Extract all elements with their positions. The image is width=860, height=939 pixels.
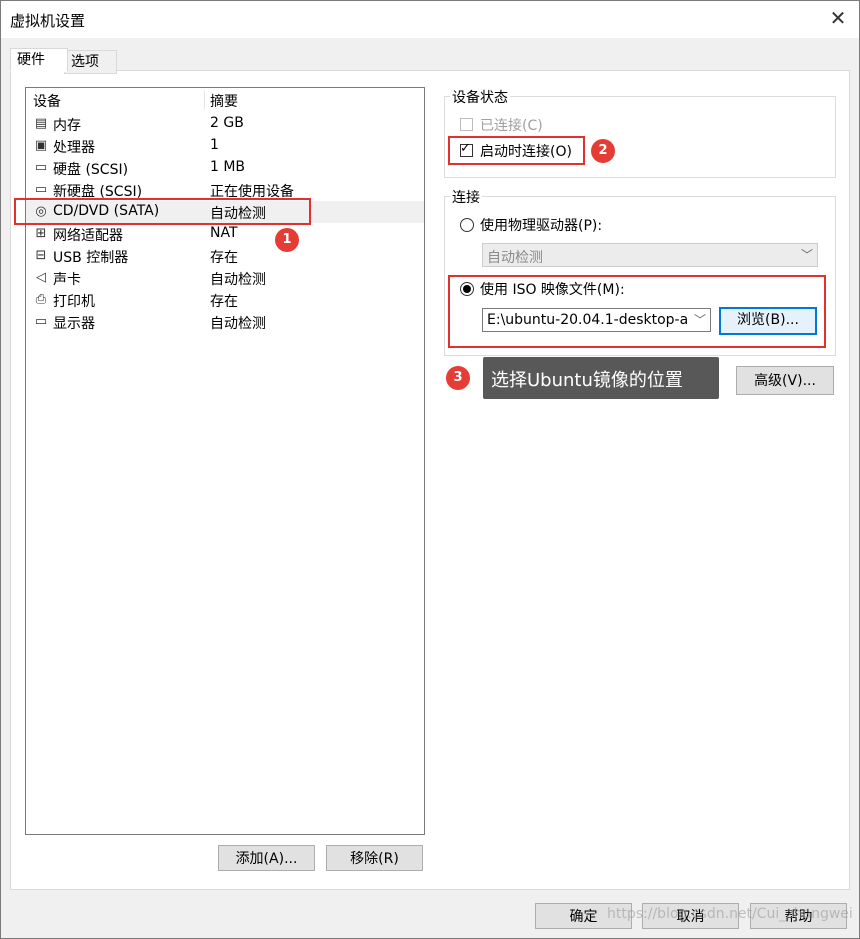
iso-image-label: 使用 ISO 映像文件(M):	[480, 282, 625, 298]
device-row-new-hard-disk[interactable]: ▭ 新硬盘 (SCSI) 正在使用设备	[26, 179, 424, 201]
hard-disk-icon: ▭	[34, 160, 48, 175]
device-row-display[interactable]: ▭ 显示器 自动检测	[26, 311, 424, 333]
device-name: 处理器	[53, 140, 95, 156]
column-divider[interactable]	[204, 90, 205, 110]
connect-at-power-on-checkbox[interactable]: ✓	[460, 141, 473, 157]
ok-button[interactable]: 确定	[535, 903, 632, 929]
device-row-network-adapter[interactable]: ⊞ 网络适配器 NAT	[26, 223, 424, 245]
iso-path-value: E:\ubuntu-20.04.1-desktop-am	[487, 312, 687, 328]
device-summary: 自动检测	[210, 316, 266, 332]
device-summary: 2 GB	[210, 115, 244, 131]
device-status-title: 设备状态	[450, 87, 510, 107]
device-status-group	[444, 96, 836, 178]
connect-at-power-on-label: 启动时连接(O)	[480, 144, 572, 160]
device-summary: 1 MB	[210, 159, 246, 175]
printer-icon: ⎙	[35, 292, 47, 307]
device-summary: 存在	[210, 250, 238, 266]
network-adapter-icon: ⊞	[35, 226, 47, 241]
tab-options-label: 选项	[71, 54, 99, 70]
help-button[interactable]: 帮助	[750, 903, 847, 929]
remove-device-button[interactable]: 移除(R)	[326, 845, 423, 871]
annotation-badge-2: 2	[591, 139, 615, 163]
speaker-icon: ◁	[36, 270, 46, 285]
column-header-summary[interactable]: 摘要	[210, 91, 238, 111]
physical-drive-label: 使用物理驱动器(P):	[480, 218, 603, 234]
usb-icon: ⊟	[35, 248, 47, 263]
title-bar: 虚拟机设置 ✕	[0, 0, 860, 38]
window-title: 虚拟机设置	[10, 12, 86, 30]
device-row-usb-controller[interactable]: ⊟ USB 控制器 存在	[26, 245, 424, 267]
device-summary: NAT	[210, 225, 238, 241]
cancel-button[interactable]: 取消	[642, 903, 739, 929]
device-row-cd-dvd[interactable]: ◎ CD/DVD (SATA) 自动检测	[26, 201, 424, 223]
annotation-tooltip-text: 选择Ubuntu镜像的位置	[491, 370, 683, 391]
browse-button[interactable]: 浏览(B)...	[719, 307, 817, 335]
annotation-badge-3: 3	[446, 366, 470, 390]
device-row-printer[interactable]: ⎙ 打印机 存在	[26, 289, 424, 311]
memory-icon: ▤	[34, 116, 48, 131]
chevron-down-icon: ﹀	[800, 248, 813, 262]
device-list-header: 设备 摘要	[26, 88, 424, 112]
device-summary: 自动检测	[210, 272, 266, 288]
physical-drive-radio[interactable]	[460, 218, 474, 232]
device-name: 打印机	[53, 294, 95, 310]
device-summary: 1	[210, 137, 219, 153]
connection-title: 连接	[450, 187, 482, 207]
cpu-icon: ▣	[34, 138, 48, 153]
device-name: 显示器	[53, 316, 95, 332]
advanced-button[interactable]: 高级(V)...	[736, 366, 834, 395]
physical-drive-value: 自动检测	[487, 250, 543, 266]
connected-label: 已连接(C)	[480, 118, 543, 134]
physical-drive-select[interactable]: 自动检测 ﹀	[482, 243, 818, 267]
add-device-button[interactable]: 添加(A)...	[218, 845, 315, 871]
tab-hardware[interactable]: 硬件	[10, 48, 68, 72]
device-row-memory[interactable]: ▤ 内存 2 GB	[26, 113, 424, 135]
device-name: USB 控制器	[53, 250, 129, 266]
iso-image-radio[interactable]	[460, 282, 474, 296]
connected-checkbox[interactable]	[460, 118, 473, 131]
device-summary: 存在	[210, 294, 238, 310]
device-name: 内存	[53, 118, 81, 134]
tab-options[interactable]: 选项	[64, 50, 117, 74]
chevron-down-icon[interactable]: ﹀	[694, 311, 706, 328]
close-icon[interactable]: ✕	[826, 6, 850, 30]
cd-dvd-icon: ◎	[35, 204, 47, 219]
device-summary: 自动检测	[210, 206, 266, 222]
radio-dot	[463, 285, 471, 293]
annotation-tooltip: 选择Ubuntu镜像的位置	[483, 357, 719, 399]
device-row-sound-card[interactable]: ◁ 声卡 自动检测	[26, 267, 424, 289]
device-row-hard-disk[interactable]: ▭ 硬盘 (SCSI) 1 MB	[26, 157, 424, 179]
device-row-processor[interactable]: ▣ 处理器 1	[26, 135, 424, 157]
iso-path-combobox[interactable]: E:\ubuntu-20.04.1-desktop-am ﹀	[482, 308, 711, 332]
monitor-icon: ▭	[34, 314, 48, 329]
hard-disk-icon: ▭	[34, 182, 48, 197]
tab-hardware-label: 硬件	[17, 52, 45, 68]
device-name: 硬盘 (SCSI)	[53, 162, 129, 178]
device-list[interactable]: 设备 摘要 ▤ 内存 2 GB ▣ 处理器 1 ▭ 硬盘 (SCSI) 1 MB…	[25, 87, 425, 835]
device-name: 网络适配器	[53, 228, 123, 244]
annotation-badge-1: 1	[275, 228, 299, 252]
device-name: CD/DVD (SATA)	[53, 203, 160, 219]
device-summary: 正在使用设备	[210, 184, 294, 200]
checkmark-icon: ✓	[460, 141, 471, 156]
column-header-device[interactable]: 设备	[33, 91, 61, 111]
device-name: 新硬盘 (SCSI)	[53, 184, 143, 200]
device-name: 声卡	[53, 272, 81, 288]
